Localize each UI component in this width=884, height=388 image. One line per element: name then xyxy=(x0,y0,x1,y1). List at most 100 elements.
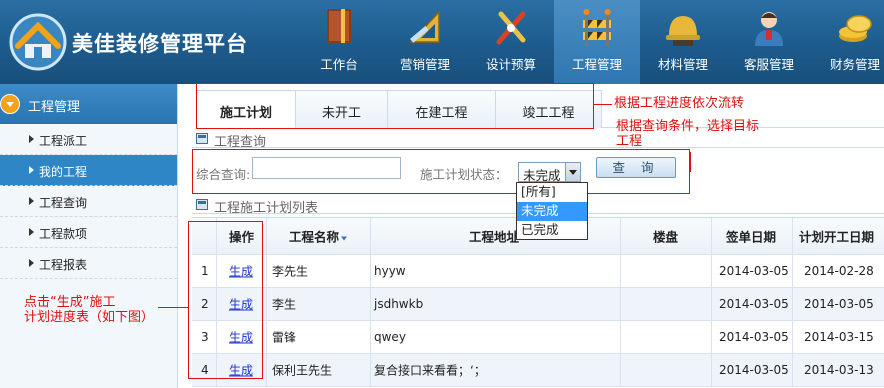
tab-label: 施工计划 xyxy=(219,106,272,121)
status-options-list: [所有] 未完成 已完成 xyxy=(516,182,588,240)
sign-date-cell: 2014-03-05 xyxy=(712,288,793,320)
sign-date: 2014-03-05 xyxy=(719,330,789,344)
action-cell: 生成 xyxy=(217,288,267,320)
search-button[interactable]: 查 询 xyxy=(596,157,676,178)
sidebar-item-label: 工程款项 xyxy=(39,227,88,241)
query-section-header: 工程查询 xyxy=(192,130,884,150)
header-action: 操作 xyxy=(217,218,267,254)
start-date-cell: 2014-03-13 xyxy=(793,354,884,386)
status-option-all[interactable]: [所有] xyxy=(517,183,587,202)
sign-date: 2014-03-05 xyxy=(719,363,789,377)
ruler-triangle-icon xyxy=(409,10,440,43)
divider xyxy=(192,147,884,148)
header-name[interactable]: 工程名称 xyxy=(267,218,371,254)
sidebar-item-project-query[interactable]: 工程查询 xyxy=(0,186,177,217)
nav-label: 工作台 xyxy=(320,57,358,72)
header-estate: 楼盘 xyxy=(621,218,712,254)
sort-down-icon xyxy=(341,236,348,240)
column-label: 签单日期 xyxy=(726,229,777,245)
row-index: 1 xyxy=(201,264,209,278)
tab-not-started[interactable]: 未开工 xyxy=(296,90,388,128)
sidebar-item-reports[interactable]: 工程报表 xyxy=(0,248,177,279)
generate-link[interactable]: 生成 xyxy=(229,329,253,346)
nav-marketing[interactable]: 营销管理 xyxy=(382,0,468,84)
nav-customer-service[interactable]: 客服管理 xyxy=(726,0,812,84)
status-option-incomplete[interactable]: 未完成 xyxy=(517,202,587,221)
start-date: 2014-03-13 xyxy=(804,363,874,377)
tab-label: 未开工 xyxy=(321,106,361,121)
header-sign-date: 签单日期 xyxy=(712,218,793,254)
gold-coins-icon xyxy=(839,15,872,42)
hard-hat-icon xyxy=(666,16,700,46)
address-cell: jsdhwkb xyxy=(371,288,621,320)
nav-materials[interactable]: 材料管理 xyxy=(640,0,726,84)
action-cell: 生成 xyxy=(217,321,267,353)
status-select[interactable]: 未完成 xyxy=(518,162,581,183)
window-icon xyxy=(196,199,208,210)
estate-cell xyxy=(621,354,712,386)
start-date-cell: 2014-02-28 xyxy=(793,255,884,287)
project-address: 复合接口来看看；‘； xyxy=(374,363,486,378)
row-index: 3 xyxy=(201,330,209,344)
nav-label: 设计预算 xyxy=(485,57,536,72)
generate-link[interactable]: 生成 xyxy=(229,362,253,379)
query-pointer-line xyxy=(690,152,691,172)
table-row: 2 生成 李生 jsdhwkb 2014-03-05 2014-03-05 xyxy=(192,288,884,321)
row-index-cell: 1 xyxy=(192,255,217,287)
nav-workbench[interactable]: 工作台 xyxy=(296,0,382,84)
tab-completed[interactable]: 竣工工程 xyxy=(496,90,602,128)
header-start-date: 计划开工日期 xyxy=(793,218,884,254)
generate-link[interactable]: 生成 xyxy=(229,263,253,280)
status-option-complete[interactable]: 已完成 xyxy=(517,221,587,240)
tabs-pointer-line xyxy=(594,104,612,105)
generate-link[interactable]: 生成 xyxy=(229,296,253,313)
sidebar-item-payments[interactable]: 工程款项 xyxy=(0,217,177,248)
plan-table: 操作 工程名称 工程地址 楼盘 签单日期 计划开工日期 1 生成 李先生 hyy… xyxy=(192,217,884,387)
column-label: 工程地址 xyxy=(469,229,520,245)
project-name: 李先生 xyxy=(272,264,309,279)
nav-label: 营销管理 xyxy=(399,57,450,72)
status-label: 施工计划状态： xyxy=(420,167,508,182)
collapse-icon xyxy=(0,94,20,114)
book-icon xyxy=(327,9,351,43)
tab-label: 在建工程 xyxy=(415,106,468,121)
keyword-label: 综合查询: xyxy=(196,167,251,182)
start-date-cell: 2014-03-05 xyxy=(793,288,884,320)
project-name: 雷锋 xyxy=(272,330,297,345)
nav-finance[interactable]: 财务管理 xyxy=(812,0,884,84)
tab-construction-plan[interactable]: 施工计划 xyxy=(196,90,296,128)
start-date: 2014-02-28 xyxy=(804,264,874,278)
chevron-down-icon[interactable] xyxy=(565,163,580,181)
project-name: 李生 xyxy=(272,297,297,312)
sidebar-item-my-projects[interactable]: 我的工程 xyxy=(0,155,177,186)
sidebar-item-dispatch[interactable]: 工程派工 xyxy=(0,124,177,155)
action-annotation-line1: 点击“生成”施工 xyxy=(24,295,116,310)
action-cell: 生成 xyxy=(217,354,267,386)
sign-date-cell: 2014-03-05 xyxy=(712,321,793,353)
start-date: 2014-03-05 xyxy=(804,297,874,311)
table-row: 1 生成 李先生 hyyw 2014-03-05 2014-02-28 xyxy=(192,255,884,288)
top-header: 美佳装修管理平台 工作台 营销管理 设计预算 工程管理 材料管理 客服管理 财务… xyxy=(0,0,884,84)
tab-bar: 施工计划 未开工 在建工程 竣工工程 xyxy=(196,90,884,128)
nav-label: 材料管理 xyxy=(657,57,708,72)
sign-date-cell: 2014-03-05 xyxy=(712,354,793,386)
project-address: qwey xyxy=(374,330,406,344)
sign-date: 2014-03-05 xyxy=(719,297,789,311)
nav-project-management[interactable]: 工程管理 xyxy=(554,0,640,84)
row-index: 2 xyxy=(201,297,209,311)
arrow-right-icon xyxy=(29,259,34,267)
column-label: 计划开工日期 xyxy=(799,229,875,245)
row-index-cell: 4 xyxy=(192,354,217,386)
project-address: hyyw xyxy=(374,264,406,278)
row-index-cell: 2 xyxy=(192,288,217,320)
tabs-annotation: 根据工程进度依次流转 xyxy=(614,96,745,111)
column-label: 操作 xyxy=(229,229,255,245)
keyword-input[interactable] xyxy=(252,157,401,179)
address-cell: qwey xyxy=(371,321,621,353)
sidebar-item-label: 工程查询 xyxy=(39,196,88,210)
app-window: 美佳装修管理平台 工作台 营销管理 设计预算 工程管理 材料管理 客服管理 财务… xyxy=(0,0,884,388)
tab-in-progress[interactable]: 在建工程 xyxy=(388,90,496,128)
action-pointer-line xyxy=(158,307,188,308)
sidebar-header[interactable]: 工程管理 xyxy=(0,84,177,124)
nav-design-budget[interactable]: 设计预算 xyxy=(468,0,554,84)
